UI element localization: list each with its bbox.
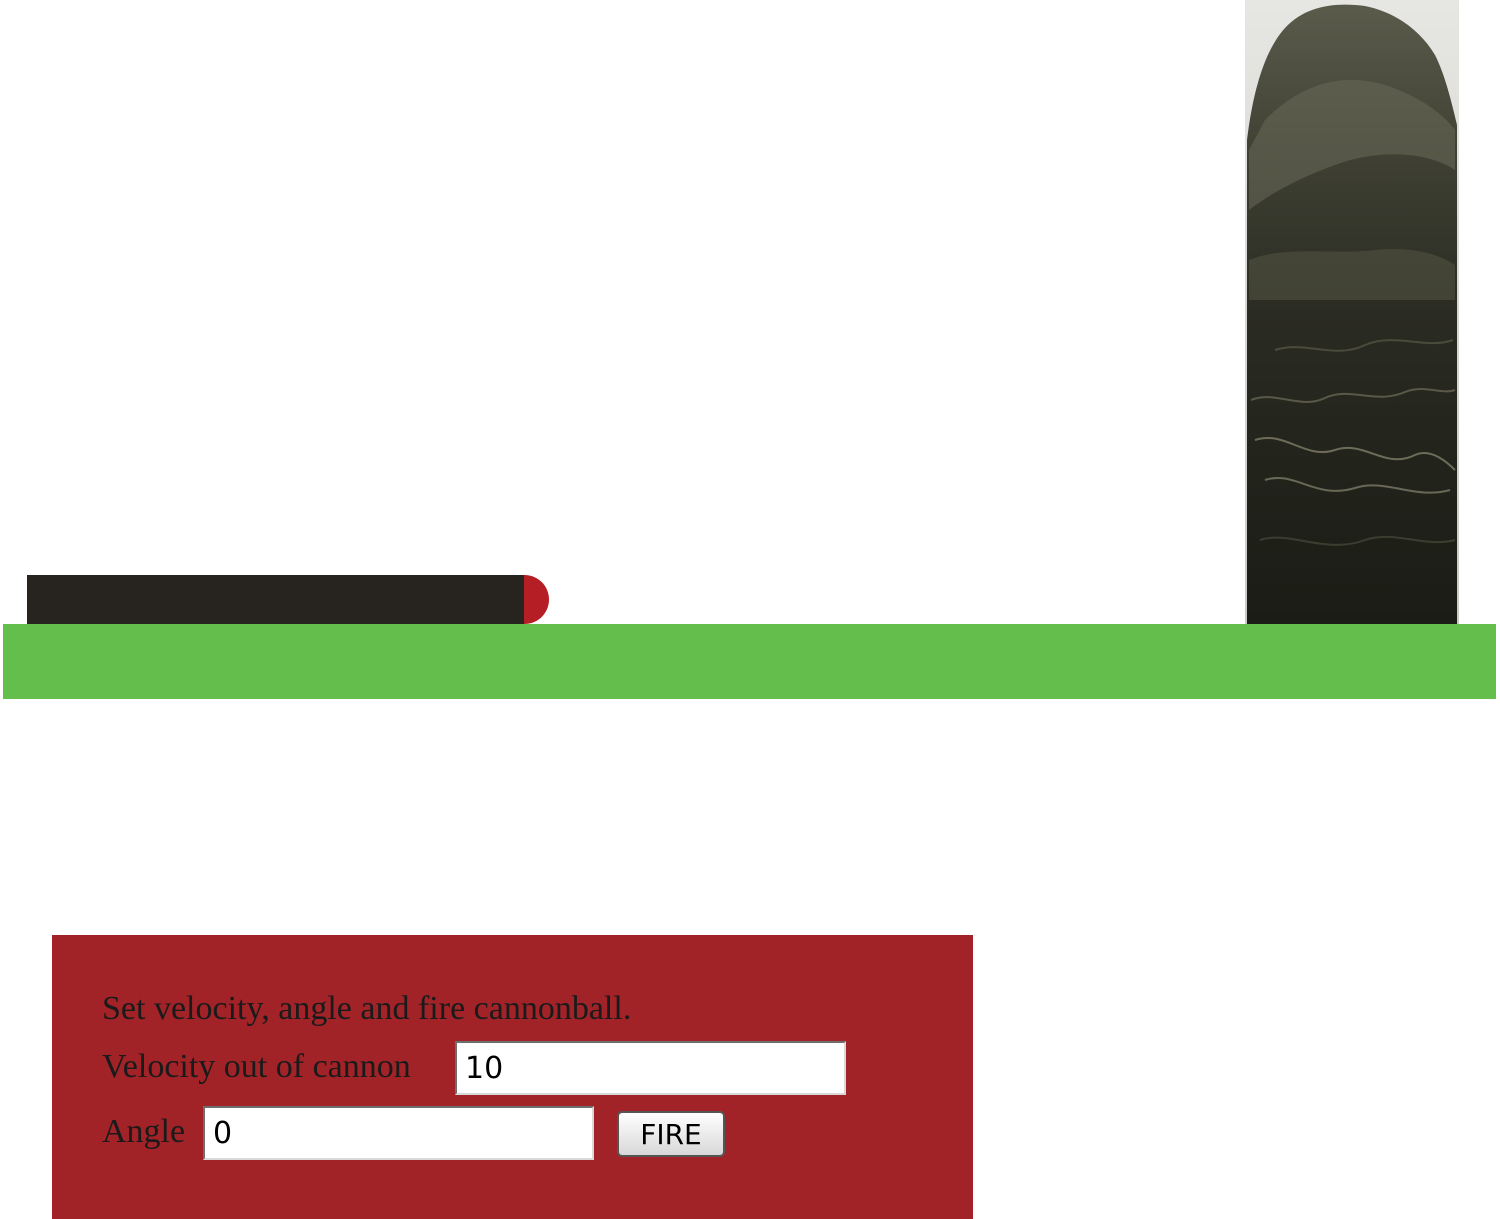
ground xyxy=(3,624,1496,699)
control-panel: Set velocity, angle and fire cannonball.… xyxy=(52,935,973,1219)
fire-button[interactable]: FIRE xyxy=(617,1111,725,1157)
angle-input[interactable] xyxy=(203,1106,594,1160)
cannon xyxy=(27,575,524,624)
game-canvas xyxy=(0,0,1500,705)
angle-label: Angle xyxy=(102,1113,186,1150)
velocity-input[interactable] xyxy=(455,1041,846,1095)
velocity-label: Velocity out of cannon xyxy=(102,1048,411,1085)
game-page: Set velocity, angle and fire cannonball.… xyxy=(0,0,1500,1219)
instructions-text: Set velocity, angle and fire cannonball. xyxy=(102,990,632,1027)
rock-target xyxy=(1245,0,1459,624)
